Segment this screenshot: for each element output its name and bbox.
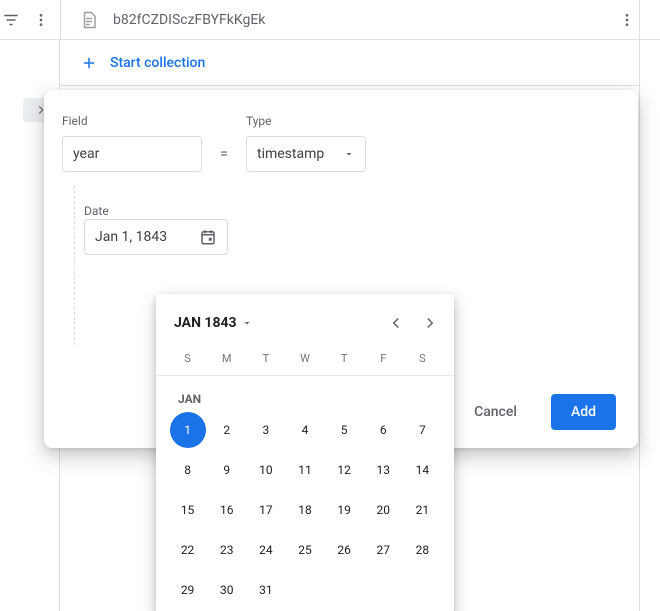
calendar-day-cell[interactable]: 25	[285, 532, 324, 568]
date-picker: JAN 1843 SMTWTFS JAN 1234567891011121314…	[156, 294, 454, 611]
calendar-day-cell[interactable]: 23	[207, 532, 246, 568]
calendar-day-cell[interactable]: 10	[246, 452, 285, 488]
calendar-day-cell[interactable]: 13	[364, 452, 403, 488]
add-button[interactable]: Add	[551, 394, 616, 430]
field-value: year	[73, 146, 99, 162]
document-icon	[77, 8, 101, 32]
calendar-day-cell[interactable]: 11	[285, 452, 324, 488]
calendar-day-cell[interactable]: 15	[168, 492, 207, 528]
calendar-dow-cell: S	[403, 352, 442, 375]
calendar-month-label: JAN	[156, 376, 454, 412]
date-input[interactable]: Jan 1, 1843	[84, 219, 228, 255]
calendar-day-cell[interactable]: 16	[207, 492, 246, 528]
document-header: b82fCZDISczFBYFkKgEk	[60, 0, 640, 39]
dropdown-arrow-icon	[241, 317, 253, 329]
layout: Start collection Field year = Type times…	[0, 40, 660, 611]
date-label: Date	[84, 204, 109, 218]
calendar-dow-cell: F	[364, 352, 403, 375]
plus-icon	[80, 54, 98, 72]
start-collection-button[interactable]: Start collection	[60, 40, 639, 86]
date-value: Jan 1, 1843	[95, 229, 167, 245]
calendar-day-cell[interactable]: 30	[207, 572, 246, 608]
calendar-day-cell[interactable]: 5	[325, 412, 364, 448]
main-panel: Start collection Field year = Type times…	[60, 40, 640, 611]
calendar-day-cell[interactable]: 4	[285, 412, 324, 448]
calendar-dow-cell: W	[285, 352, 324, 375]
cancel-button[interactable]: Cancel	[454, 394, 537, 430]
calendar-day-cell[interactable]: 6	[364, 412, 403, 448]
calendar-day-cell[interactable]: 26	[325, 532, 364, 568]
start-collection-label: Start collection	[110, 55, 205, 71]
calendar-day-cell[interactable]: 21	[403, 492, 442, 528]
top-bar: b82fCZDISczFBYFkKgEk	[0, 0, 660, 40]
calendar-dow-cell: T	[246, 352, 285, 375]
calendar-day-cell[interactable]: 18	[285, 492, 324, 528]
calendar-day-cell[interactable]: 28	[403, 532, 442, 568]
type-select[interactable]: timestamp	[246, 136, 366, 172]
calendar-day-cell[interactable]: 7	[403, 412, 442, 448]
prev-month-button[interactable]	[384, 311, 408, 335]
field-label: Field	[62, 114, 202, 128]
kebab-menu-icon[interactable]	[30, 8, 52, 32]
doc-kebab-icon[interactable]	[615, 8, 639, 32]
field-input[interactable]: year	[62, 136, 202, 172]
calendar-day-cell[interactable]: 17	[246, 492, 285, 528]
document-id: b82fCZDISczFBYFkKgEk	[113, 12, 265, 28]
type-value: timestamp	[257, 146, 324, 162]
calendar-day-cell[interactable]: 20	[364, 492, 403, 528]
calendar-dow-cell: M	[207, 352, 246, 375]
calendar-day-cell[interactable]: 9	[207, 452, 246, 488]
next-month-button[interactable]	[418, 311, 442, 335]
calendar-dow-row: SMTWTFS	[156, 352, 454, 376]
calendar-day-cell[interactable]: 24	[246, 532, 285, 568]
calendar-icon	[199, 228, 217, 246]
calendar-day-cell[interactable]: 22	[168, 532, 207, 568]
calendar-day-cell[interactable]: 14	[403, 452, 442, 488]
calendar-day-cell[interactable]: 8	[168, 452, 207, 488]
calendar-dow-cell: S	[168, 352, 207, 375]
calendar-day-cell[interactable]: 1	[170, 412, 206, 448]
calendar-day-cell[interactable]: 31	[246, 572, 285, 608]
calendar-day-cell[interactable]: 2	[207, 412, 246, 448]
calendar-grid: 1234567891011121314151617181920212223242…	[156, 412, 454, 608]
calendar-day-cell[interactable]: 29	[168, 572, 207, 608]
calendar-day-cell[interactable]: 12	[325, 452, 364, 488]
dropdown-arrow-icon	[343, 148, 355, 160]
filter-icon[interactable]	[0, 8, 22, 32]
type-label: Type	[246, 114, 366, 128]
calendar-day-cell[interactable]: 27	[364, 532, 403, 568]
calendar-day-cell[interactable]: 19	[325, 492, 364, 528]
top-bar-left	[0, 0, 60, 39]
equals-sign: =	[212, 146, 236, 162]
calendar-day-cell[interactable]: 3	[246, 412, 285, 448]
calendar-dow-cell: T	[325, 352, 364, 375]
calendar-month-title[interactable]: JAN 1843	[174, 315, 253, 331]
